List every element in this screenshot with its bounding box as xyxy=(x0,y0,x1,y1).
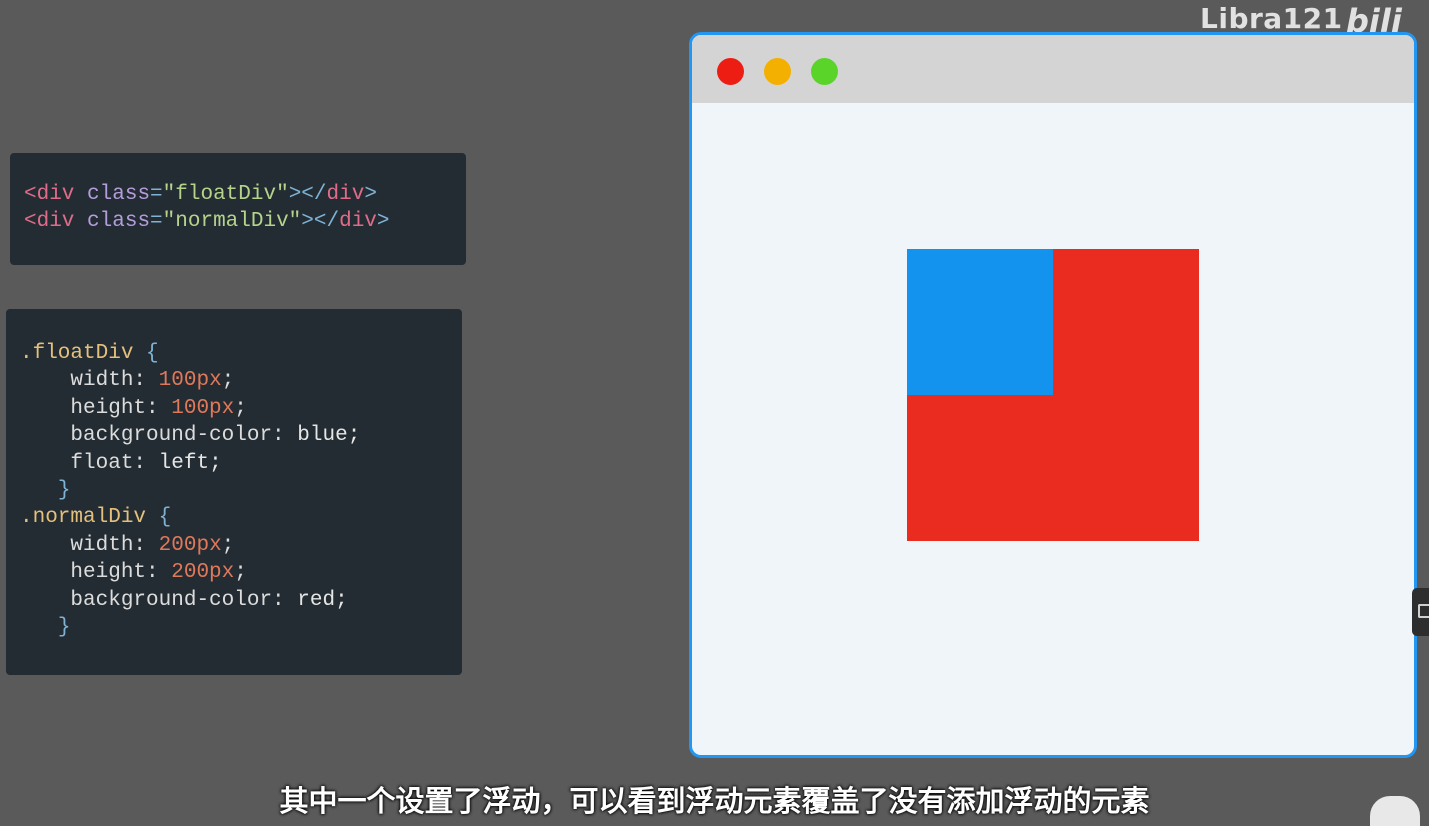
window-maximize-icon[interactable] xyxy=(811,58,838,85)
code-token: div xyxy=(339,210,377,234)
css-code-line: } xyxy=(20,614,462,641)
code-token: = xyxy=(150,210,163,234)
code-token: } xyxy=(57,615,71,639)
css-code-line: background-color: red; xyxy=(20,587,462,614)
code-token: = xyxy=(150,183,163,206)
css-value: red; xyxy=(297,588,348,612)
code-token: } xyxy=(57,478,71,502)
code-token: "normalDiv" xyxy=(162,210,302,234)
html-code-panel: <div class="floatDiv"></div> <div class="… xyxy=(10,153,466,265)
window-title-bar xyxy=(692,35,1414,103)
code-token: ; xyxy=(221,369,235,393)
css-property: height: xyxy=(70,561,159,585)
watermark-text: Libra121 xyxy=(1200,2,1343,35)
code-token: ></ xyxy=(301,210,340,234)
side-panel-toggle[interactable] xyxy=(1412,588,1429,636)
css-property: width: xyxy=(70,369,147,393)
code-token: > xyxy=(376,210,390,234)
code-token: div xyxy=(326,183,365,206)
css-property: background-color: xyxy=(70,588,285,612)
code-token: <div xyxy=(24,210,75,234)
css-value: 200px xyxy=(171,561,235,585)
window-close-icon[interactable] xyxy=(717,58,744,85)
code-token: { xyxy=(158,506,172,530)
css-property: width: xyxy=(70,533,147,557)
css-value: blue; xyxy=(297,424,361,448)
css-code-line: background-color: blue; xyxy=(20,422,462,449)
css-code-line: float: left; xyxy=(20,450,462,477)
css-code-line: height: 100px; xyxy=(20,395,462,422)
css-code-panel: .floatDiv { width: 100px; height: 100px;… xyxy=(6,309,462,675)
window-minimize-icon[interactable] xyxy=(764,58,791,85)
browser-viewport xyxy=(692,103,1414,755)
css-value: left; xyxy=(158,451,222,475)
css-selector: .normalDiv xyxy=(20,506,147,530)
css-property: height: xyxy=(70,396,159,420)
code-token: <div xyxy=(24,183,75,206)
css-value: 100px xyxy=(171,396,235,420)
video-subtitle: 其中一个设置了浮动，可以看到浮动元素覆盖了没有添加浮动的元素 xyxy=(279,784,1150,818)
html-code-line-2: <div class="normalDiv"></div> xyxy=(24,208,466,235)
code-token: ; xyxy=(221,533,235,557)
css-code-line: height: 200px; xyxy=(20,559,462,586)
css-code-line: .normalDiv { xyxy=(20,504,462,531)
css-code-line: .floatDiv { xyxy=(20,340,462,367)
css-value: 200px xyxy=(158,533,222,557)
code-token: { xyxy=(146,342,159,365)
code-token: class xyxy=(87,183,151,206)
browser-window xyxy=(689,32,1417,758)
css-code-line: width: 100px; xyxy=(20,367,462,394)
css-code-line: width: 200px; xyxy=(20,532,462,559)
css-selector: .floatDiv xyxy=(20,342,134,365)
code-token: ; xyxy=(234,396,247,420)
float-div-box xyxy=(907,249,1053,395)
css-property: float: xyxy=(70,451,147,475)
panel-toggle-icon xyxy=(1418,604,1429,618)
html-code-line-1: <div class="floatDiv"></div> xyxy=(24,181,466,208)
code-token: > xyxy=(364,183,377,206)
code-token: class xyxy=(87,210,151,234)
code-token: "floatDiv" xyxy=(162,183,289,206)
css-property: background-color: xyxy=(70,424,285,448)
code-token: ></ xyxy=(288,183,327,206)
code-token: ; xyxy=(234,561,247,585)
css-code-line: } xyxy=(20,477,462,504)
css-value: 100px xyxy=(158,369,222,393)
